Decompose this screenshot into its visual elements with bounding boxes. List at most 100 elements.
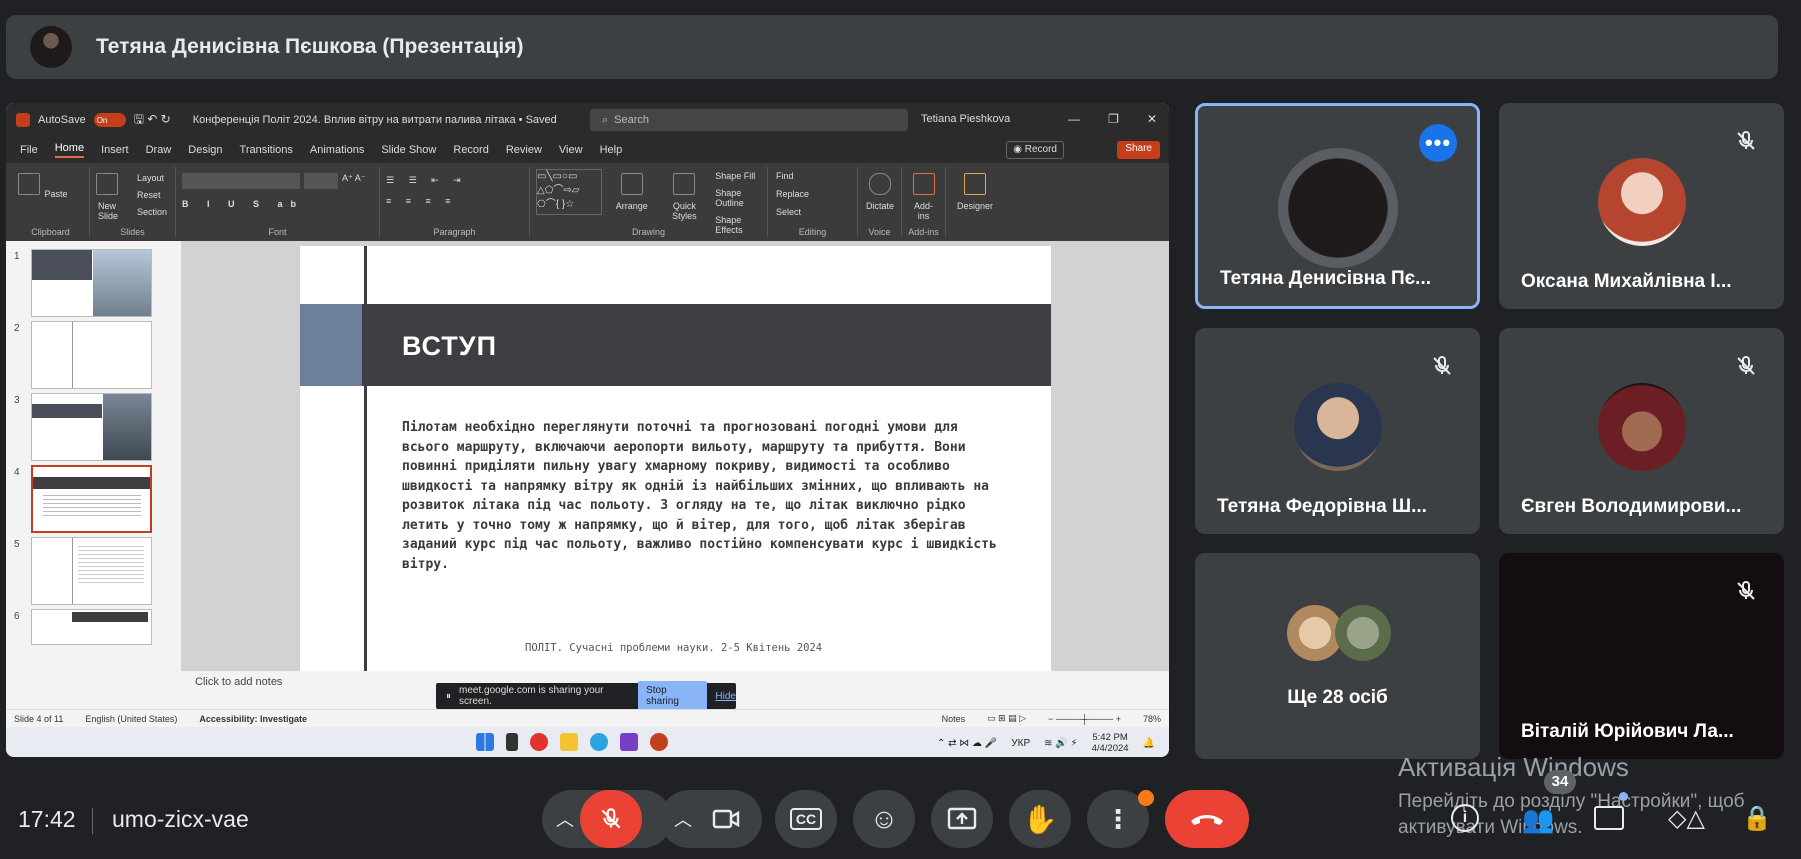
onenote-icon[interactable] bbox=[620, 733, 638, 751]
slide-thumb-1[interactable] bbox=[31, 249, 152, 317]
slide-thumb-2[interactable] bbox=[31, 321, 152, 389]
paste-button[interactable]: Paste bbox=[45, 189, 68, 199]
shapes-gallery[interactable]: ▭╲▭○▭ △⬠⌒⇨▱ ⎔⌒{ }☆ bbox=[536, 169, 603, 215]
paste-icon[interactable] bbox=[18, 173, 40, 195]
view-icons[interactable]: ▭ ⊞ ▤ ▷ bbox=[987, 713, 1026, 724]
host-controls-icon[interactable]: 🔒 bbox=[1742, 804, 1772, 833]
font-name-select[interactable] bbox=[182, 173, 300, 189]
record-button[interactable]: ◉ Record bbox=[1006, 141, 1064, 159]
dictate-mic-icon[interactable] bbox=[868, 173, 891, 195]
participant-tile-more[interactable]: Ще 28 осіб bbox=[1195, 553, 1480, 759]
participant-avatar bbox=[1597, 158, 1686, 246]
tab-view[interactable]: View bbox=[559, 144, 583, 156]
stop-sharing-button[interactable]: Stop sharing bbox=[638, 681, 708, 711]
tab-slide-show[interactable]: Slide Show bbox=[381, 144, 436, 156]
section-button[interactable]: Section bbox=[137, 207, 167, 217]
new-slide-icon[interactable] bbox=[96, 173, 118, 195]
people-icon[interactable]: 👥 bbox=[1522, 804, 1554, 835]
reactions-button[interactable]: ☺ bbox=[853, 790, 915, 848]
user-name[interactable]: Tetiana Pieshkova bbox=[921, 113, 1010, 125]
shape-outline-button[interactable]: Shape Outline bbox=[715, 188, 759, 208]
tab-transitions[interactable]: Transitions bbox=[240, 144, 293, 156]
minimize-icon[interactable]: — bbox=[1068, 112, 1080, 126]
activities-icon[interactable]: ◇△ bbox=[1668, 804, 1705, 833]
opera-icon[interactable] bbox=[530, 733, 548, 751]
tab-help[interactable]: Help bbox=[600, 144, 623, 156]
current-slide[interactable]: ВСТУП Пілотам необхідно переглянути пото… bbox=[300, 246, 1051, 671]
arrange-button[interactable]: Arrange bbox=[616, 201, 648, 211]
new-slide-button[interactable]: New Slide bbox=[98, 201, 128, 221]
dictate-button[interactable]: Dictate bbox=[866, 201, 894, 211]
autosave-toggle[interactable]: On bbox=[93, 113, 126, 127]
font-size-select[interactable] bbox=[304, 173, 338, 189]
find-button[interactable]: Find bbox=[776, 171, 849, 181]
notes-toggle[interactable]: Notes bbox=[942, 714, 966, 724]
tab-file[interactable]: File bbox=[20, 144, 38, 156]
replace-button[interactable]: Replace bbox=[776, 189, 849, 199]
more-options-button[interactable]: ••• bbox=[1419, 124, 1457, 162]
shape-fill-button[interactable]: Shape Fill bbox=[715, 171, 759, 181]
close-icon[interactable]: ✕ bbox=[1147, 112, 1157, 126]
raise-hand-button[interactable]: ✋ bbox=[1009, 790, 1071, 848]
font-format-icons[interactable]: B I U S ab bbox=[182, 199, 373, 209]
leave-call-button[interactable] bbox=[1165, 790, 1249, 848]
participant-tile-4[interactable]: Євген Володимирови... bbox=[1499, 328, 1784, 534]
quick-styles-button[interactable]: Quick Styles bbox=[669, 201, 699, 221]
participant-tile-2[interactable]: Оксана Михайлівна І... bbox=[1499, 103, 1784, 309]
tab-home[interactable]: Home bbox=[54, 142, 85, 158]
slide-thumb-3[interactable] bbox=[31, 393, 152, 461]
participant-tile-5[interactable]: Віталій Юрійович Ла... bbox=[1499, 553, 1784, 759]
wifi-volume-icons[interactable]: ≋ 🔊 ⚡ bbox=[1044, 738, 1077, 749]
chat-icon[interactable] bbox=[1594, 806, 1624, 830]
addins-icon[interactable] bbox=[912, 173, 935, 195]
addins-button[interactable]: Add-ins bbox=[910, 201, 937, 221]
taskbar-clock[interactable]: 5:42 PM 4/4/2024 bbox=[1092, 732, 1129, 754]
explorer-icon[interactable] bbox=[560, 733, 578, 751]
zoom-slider[interactable]: − ────┼──── + bbox=[1048, 714, 1121, 724]
notification-bell-icon[interactable]: 🔔 bbox=[1143, 738, 1155, 749]
align-icons[interactable]: ≡ ≡ ≡ ≡ bbox=[386, 196, 523, 206]
start-icon[interactable] bbox=[476, 733, 494, 751]
audio-options-chevron-icon[interactable]: ︿ bbox=[556, 806, 574, 832]
slide-thumb-5[interactable] bbox=[31, 537, 152, 605]
task-view-icon[interactable] bbox=[506, 733, 518, 751]
tab-insert[interactable]: Insert bbox=[101, 144, 129, 156]
slide-thumb-4[interactable] bbox=[31, 465, 152, 533]
camera-icon[interactable] bbox=[712, 808, 740, 830]
list-icons[interactable]: ☰ ☰ ⇤ ⇥ bbox=[386, 175, 523, 186]
tab-draw[interactable]: Draw bbox=[146, 144, 172, 156]
designer-icon[interactable] bbox=[964, 173, 986, 195]
keyboard-language[interactable]: УКР bbox=[1011, 738, 1030, 749]
info-icon[interactable]: i bbox=[1451, 804, 1479, 832]
quick-styles-icon[interactable] bbox=[673, 173, 696, 195]
present-button[interactable] bbox=[931, 790, 993, 848]
layout-button[interactable]: Layout bbox=[137, 173, 167, 183]
ppt-share-button[interactable]: Share bbox=[1117, 141, 1160, 159]
select-button[interactable]: Select bbox=[776, 207, 849, 217]
reset-button[interactable]: Reset bbox=[137, 190, 167, 200]
system-tray: ⌃ ⇄ ⋈ ☁ 🎤 УКР ≋ 🔊 ⚡ 5:42 PM 4/4/2024 🔔 bbox=[937, 732, 1155, 754]
accessibility-status[interactable]: Accessibility: Investigate bbox=[199, 714, 307, 724]
captions-button[interactable]: CC bbox=[775, 790, 837, 848]
maximize-icon[interactable]: ❐ bbox=[1108, 112, 1119, 126]
designer-button[interactable]: Designer bbox=[957, 201, 993, 211]
tab-animations[interactable]: Animations bbox=[310, 144, 364, 156]
font-grow-icon[interactable]: A⁺ A⁻ bbox=[342, 173, 366, 189]
video-options-chevron-icon[interactable]: ︿ bbox=[674, 806, 692, 832]
powerpoint-taskbar-icon[interactable] bbox=[650, 733, 668, 751]
participant-tile-1[interactable]: ••• Тетяна Денисівна Пє... bbox=[1195, 103, 1480, 309]
powerpoint-search[interactable]: ⌕ Search bbox=[590, 109, 908, 131]
language-status[interactable]: English (United States) bbox=[85, 714, 177, 724]
tab-record[interactable]: Record bbox=[453, 144, 488, 156]
participant-tile-3[interactable]: Тетяна Федорівна Ш... bbox=[1195, 328, 1480, 534]
tab-design[interactable]: Design bbox=[188, 144, 222, 156]
hide-link[interactable]: Hide bbox=[715, 691, 736, 702]
save-icon[interactable]: 🖫 ↶ ↻ bbox=[134, 110, 171, 131]
slide-thumb-6[interactable] bbox=[31, 609, 152, 645]
zoom-level[interactable]: 78% bbox=[1143, 714, 1161, 724]
tab-review[interactable]: Review bbox=[506, 144, 542, 156]
telegram-icon[interactable] bbox=[590, 733, 608, 751]
arrange-icon[interactable] bbox=[620, 173, 643, 195]
mute-button[interactable] bbox=[580, 790, 642, 848]
tray-icons[interactable]: ⌃ ⇄ ⋈ ☁ 🎤 bbox=[937, 738, 997, 749]
